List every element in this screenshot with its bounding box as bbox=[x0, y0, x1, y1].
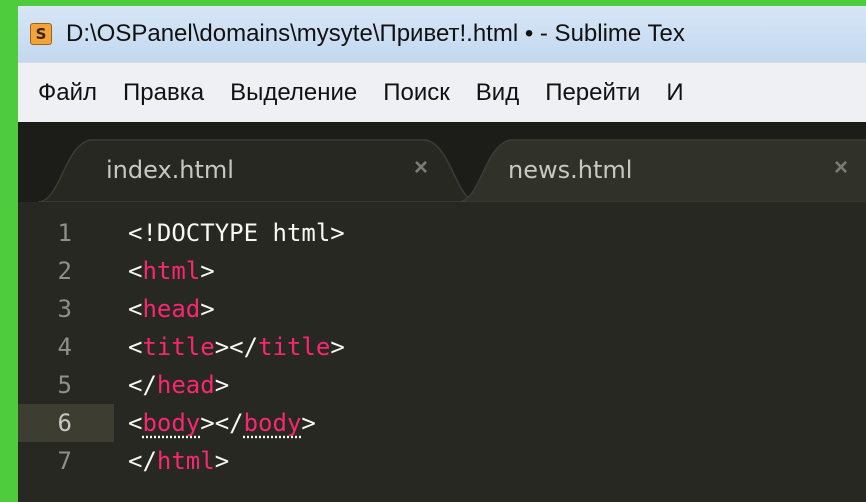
line-number: 3 bbox=[57, 295, 72, 323]
punctuation-token: < bbox=[128, 257, 143, 285]
punctuation-token: < bbox=[128, 295, 143, 323]
code-text: <!DOCTYPE html> bbox=[128, 214, 345, 252]
menu-view[interactable]: Вид bbox=[476, 79, 519, 107]
tab-news-html[interactable]: news.html × bbox=[458, 136, 866, 202]
punctuation-token: > bbox=[330, 333, 345, 361]
tab-label: index.html bbox=[106, 156, 234, 184]
code-editor[interactable]: 1 <!DOCTYPE html> 2 <html> 3 <head> 4 <title></… bbox=[18, 202, 866, 502]
punctuation-token: ></ bbox=[214, 333, 259, 361]
menu-tools[interactable]: И bbox=[666, 79, 683, 107]
code-text: <title></title> bbox=[128, 328, 345, 366]
tag-name-token: html bbox=[156, 447, 215, 475]
punctuation-token: <!DOCTYPE html> bbox=[128, 219, 345, 247]
line-number: 1 bbox=[57, 219, 72, 247]
punctuation-token: </ bbox=[128, 447, 157, 475]
code-text: </html> bbox=[128, 442, 229, 480]
code-text: </head> bbox=[128, 366, 229, 404]
window-title: D:\OSPanel\domains\mysyte\Привет!.html •… bbox=[66, 20, 685, 47]
line-number: 2 bbox=[57, 257, 72, 285]
code-line[interactable]: 6 <body></body> bbox=[18, 404, 866, 442]
code-line[interactable]: 4 <title></title> bbox=[18, 328, 866, 366]
code-line[interactable]: 3 <head> bbox=[18, 290, 866, 328]
tab-index-html[interactable]: index.html × bbox=[38, 136, 478, 202]
code-text: <body></body> bbox=[128, 404, 316, 442]
code-text: <html> bbox=[128, 252, 215, 290]
punctuation-token: < bbox=[128, 409, 143, 437]
punctuation-token: > bbox=[200, 295, 215, 323]
tag-name-token: title bbox=[142, 333, 215, 361]
tag-name-token: html bbox=[142, 257, 201, 285]
code-line[interactable]: 5 </head> bbox=[18, 366, 866, 404]
tag-name-token: body bbox=[142, 409, 201, 437]
sublime-text-icon: S bbox=[30, 23, 52, 45]
line-number: 4 bbox=[57, 333, 72, 361]
close-icon[interactable]: × bbox=[834, 154, 848, 182]
menu-goto[interactable]: Перейти bbox=[545, 79, 640, 107]
code-line[interactable]: 7 </html> bbox=[18, 442, 866, 480]
punctuation-token: < bbox=[128, 333, 143, 361]
menu-bar: Файл Правка Выделение Поиск Вид Перейти … bbox=[18, 62, 866, 123]
line-number: 7 bbox=[57, 447, 72, 475]
tab-shape bbox=[38, 139, 478, 202]
editor-window: S D:\OSPanel\domains\mysyte\Привет!.html… bbox=[18, 6, 866, 502]
code-text: <head> bbox=[128, 290, 215, 328]
punctuation-token: > bbox=[214, 371, 230, 399]
punctuation-token: > bbox=[214, 447, 230, 475]
punctuation-token: </ bbox=[128, 371, 157, 399]
tag-name-token: head bbox=[142, 295, 201, 323]
line-number: 5 bbox=[57, 371, 72, 399]
tag-name-token: title bbox=[258, 333, 331, 361]
menu-selection[interactable]: Выделение bbox=[230, 79, 357, 107]
tag-name-token: body bbox=[243, 409, 302, 437]
close-icon[interactable]: × bbox=[414, 154, 428, 182]
menu-find[interactable]: Поиск bbox=[383, 79, 450, 107]
punctuation-token: > bbox=[301, 409, 316, 437]
punctuation-token: > bbox=[200, 257, 215, 285]
menu-edit[interactable]: Правка bbox=[123, 79, 204, 107]
tab-bar: index.html × news.html × bbox=[18, 122, 866, 202]
code-line[interactable]: 2 <html> bbox=[18, 252, 866, 290]
tab-label: news.html bbox=[508, 156, 633, 184]
menu-file[interactable]: Файл bbox=[38, 79, 97, 107]
code-line[interactable]: 1 <!DOCTYPE html> bbox=[18, 214, 866, 252]
tag-name-token: head bbox=[156, 371, 215, 399]
title-bar[interactable]: S D:\OSPanel\domains\mysyte\Привет!.html… bbox=[18, 6, 866, 62]
line-number: 6 bbox=[18, 404, 114, 442]
punctuation-token: ></ bbox=[200, 409, 244, 437]
